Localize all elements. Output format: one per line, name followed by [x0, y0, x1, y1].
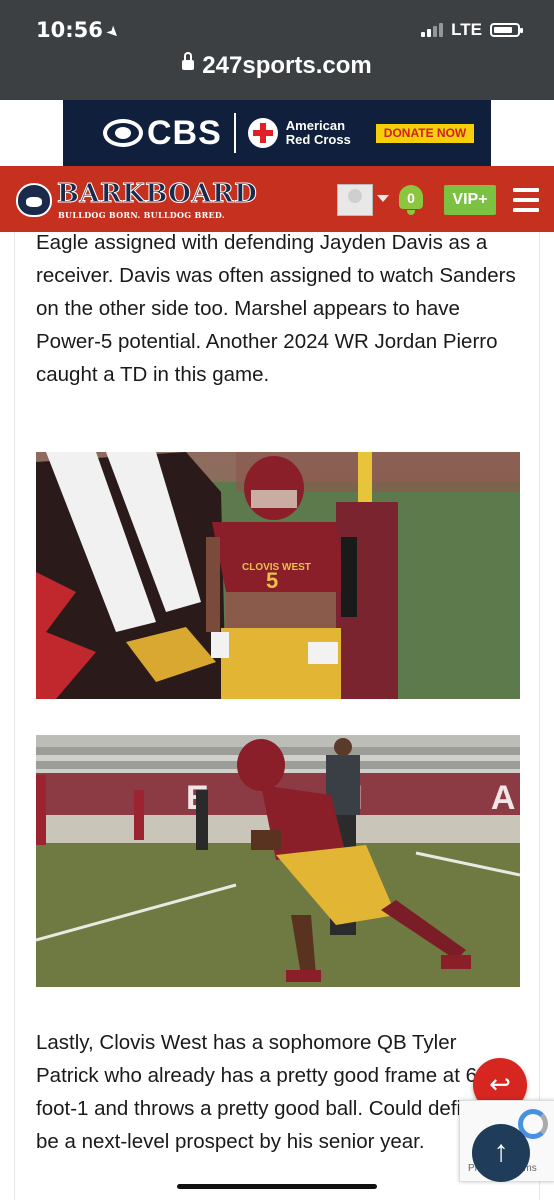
site-tagline: BULLDOG BORN. BULLDOG BRED. — [58, 210, 225, 220]
article-photo-player-running[interactable]: E N A C — [36, 735, 520, 987]
article-photo-player-standing[interactable]: CLOVIS WEST 5 — [36, 452, 520, 699]
donate-button[interactable]: DONATE NOW — [375, 123, 475, 143]
user-avatar[interactable] — [337, 184, 373, 216]
location-arrow-icon: ➤ — [102, 21, 124, 43]
article-paragraph: Lastly, Clovis West has a sophomore QB T… — [36, 1031, 509, 1153]
arrow-up-icon: ↑ — [493, 1135, 509, 1168]
network-label: LTE — [451, 20, 482, 39]
status-time: 10:56➤ — [36, 18, 124, 43]
photo-illustration: CLOVIS WEST 5 — [36, 452, 520, 699]
ad-band: CBS American Red Cross DONATE NOW — [0, 100, 554, 166]
url-text: 247sports.com — [202, 52, 372, 79]
bulldog-logo-icon[interactable] — [16, 183, 52, 217]
ad-divider — [233, 113, 236, 153]
article-body: Eagle assigned with defending Jayden Dav… — [14, 232, 540, 1200]
signal-icon — [421, 23, 444, 37]
status-indicators: LTE — [421, 20, 523, 40]
ad-partner: American Red Cross — [285, 118, 351, 147]
cbs-eye-icon — [103, 119, 143, 147]
scroll-to-top-button[interactable]: ↑ — [472, 1124, 530, 1182]
reply-arrow-icon: ↩ — [489, 1069, 511, 1099]
browser-top-bar: 10:56➤ LTE 247sports.com — [0, 0, 554, 100]
home-indicator[interactable] — [177, 1184, 377, 1189]
ad-network-logo: CBS — [147, 113, 222, 152]
site-title[interactable]: BARKBOARD — [56, 179, 257, 210]
ad-banner[interactable]: CBS American Red Cross DONATE NOW — [63, 100, 491, 166]
vip-button[interactable]: VIP+ — [444, 185, 496, 215]
battery-icon — [490, 23, 523, 37]
jersey-number: 5 — [266, 568, 278, 593]
lock-icon — [182, 51, 195, 70]
address-bar[interactable]: 247sports.com — [0, 51, 554, 80]
red-cross-icon — [247, 118, 278, 148]
article-paragraph: Eagle assigned with defending Jayden Dav… — [36, 232, 516, 386]
notification-count: 0 — [407, 190, 415, 206]
menu-icon[interactable] — [513, 188, 539, 212]
photo-illustration: E N A C — [36, 735, 520, 987]
chevron-down-icon[interactable] — [377, 195, 389, 202]
notification-bell-icon[interactable]: 0 — [396, 183, 426, 217]
